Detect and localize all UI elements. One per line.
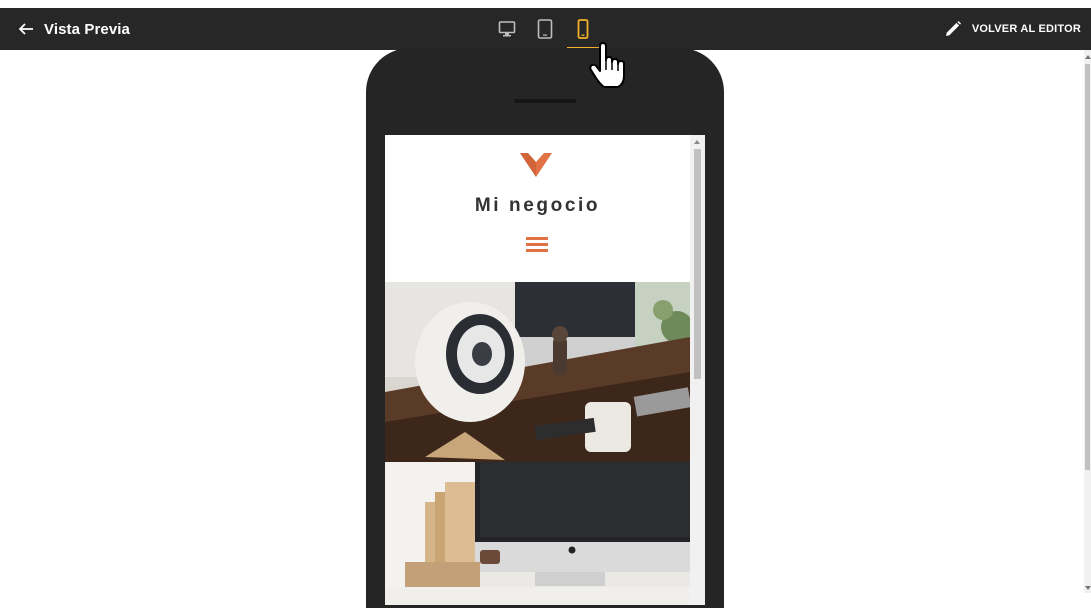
brand-logo-icon [520, 153, 552, 177]
hero-image-workspace [385, 462, 690, 605]
preview-scrollbar[interactable] [690, 135, 705, 605]
page-scrollbar-thumb[interactable] [1085, 64, 1090, 470]
scroll-down-arrow-icon[interactable] [1085, 586, 1091, 590]
phone-speaker [514, 99, 576, 103]
scrollbar-thumb[interactable] [694, 149, 701, 379]
device-switcher [488, 8, 602, 50]
mobile-icon [577, 19, 589, 39]
scroll-up-arrow-icon[interactable] [1085, 55, 1091, 59]
editor-label: VOLVER AL EDITOR [971, 23, 1081, 35]
page-title: Vista Previa [44, 20, 130, 38]
hero-image-speaker-desk [385, 282, 690, 462]
hand-pointer-icon [589, 42, 625, 88]
page-scrollbar[interactable] [1084, 50, 1091, 593]
scroll-up-arrow-icon[interactable] [694, 140, 700, 144]
back-button[interactable]: Vista Previa [18, 8, 130, 50]
tablet-icon [537, 19, 553, 39]
site-header: Mi negocio [385, 135, 690, 282]
hamburger-menu-icon[interactable] [526, 237, 548, 253]
site-title: Mi negocio [474, 195, 601, 216]
mobile-preview-screen: Mi negocio [385, 135, 705, 605]
arrow-left-icon [18, 23, 33, 35]
pencil-icon [945, 21, 961, 36]
mobile-device-frame: Mi negocio [366, 48, 724, 608]
back-to-editor-button[interactable]: VOLVER AL EDITOR [944, 8, 1081, 50]
desktop-view-button[interactable] [488, 8, 526, 50]
tablet-view-button[interactable] [526, 8, 564, 50]
desktop-icon [498, 21, 516, 37]
preview-toolbar: Vista Previa VOLVER AL EDITOR [0, 8, 1091, 50]
